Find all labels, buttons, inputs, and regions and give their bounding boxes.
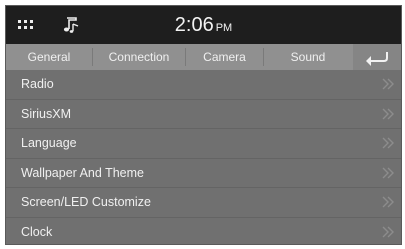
clock-ampm: PM <box>215 22 233 34</box>
menu-item-radio[interactable]: Radio <box>6 70 401 100</box>
tab-general[interactable]: General <box>6 44 92 70</box>
menu-item-language[interactable]: Language <box>6 129 401 159</box>
menu-item-label: Radio <box>21 77 54 91</box>
double-chevron-right-icon <box>382 137 394 149</box>
tab-camera[interactable]: Camera <box>186 44 263 70</box>
menu-item-clock[interactable]: Clock <box>6 217 401 244</box>
clock-display: 2:06 PM <box>6 14 401 39</box>
menu-item-label: SiriusXM <box>21 106 72 121</box>
menu-item-screen-led-customize[interactable]: Screen/LED Customize <box>6 188 401 218</box>
menu-item-siriusxm[interactable]: SiriusXM <box>6 99 401 129</box>
double-chevron-right-icon <box>382 167 394 178</box>
status-bar: 2:06 PM <box>6 6 401 44</box>
back-arrow-icon <box>366 52 388 66</box>
menu-item-label: Clock <box>21 224 53 239</box>
double-chevron-right-icon <box>382 108 394 119</box>
double-chevron-right-icon <box>382 196 394 208</box>
menu-item-label: Wallpaper And Theme <box>21 165 144 180</box>
tab-bar: General Connection Camera Sound <box>6 44 401 70</box>
menu-item-label: Language <box>21 136 77 150</box>
head-unit-screen: 2:06 PM General Connection Camera Sound R… <box>5 5 402 245</box>
double-chevron-right-icon <box>382 226 394 237</box>
tab-sound[interactable]: Sound <box>264 44 352 70</box>
tab-connection[interactable]: Connection <box>93 44 185 70</box>
menu-item-wallpaper-and-theme[interactable]: Wallpaper And Theme <box>6 158 401 188</box>
back-button[interactable] <box>353 44 401 70</box>
double-chevron-right-icon <box>382 78 394 90</box>
clock-time: 2:06 <box>174 14 214 36</box>
menu-item-label: Screen/LED Customize <box>21 195 151 209</box>
